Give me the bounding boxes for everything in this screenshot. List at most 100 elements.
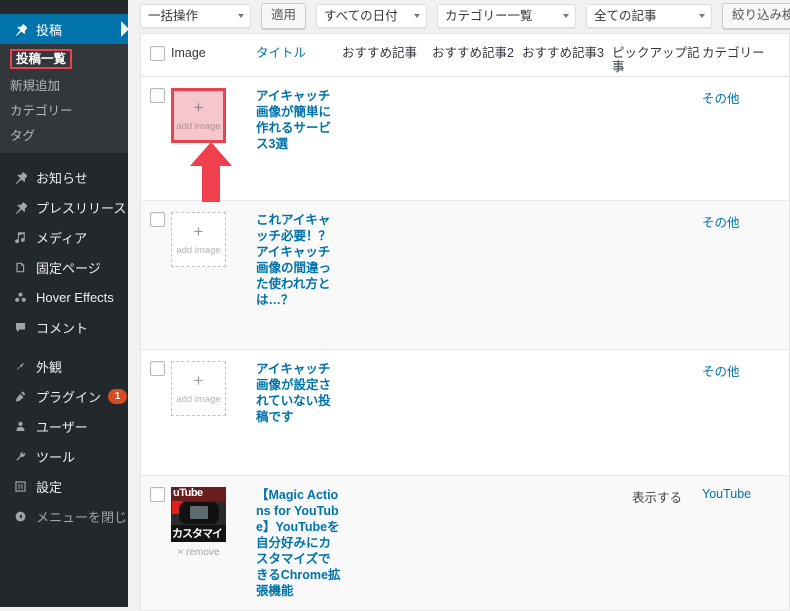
category-link[interactable]: YouTube: [702, 487, 751, 501]
column-header-category: カテゴリー: [702, 46, 765, 60]
table-row: + add image アイキャッチ画像が簡単に作れるサービス3選 その他: [141, 77, 789, 201]
column-header-image: Image: [171, 46, 206, 60]
row-select-cell: [141, 77, 171, 103]
row-rec2-cell: [432, 476, 522, 487]
row-select-cell: [141, 476, 171, 502]
post-title-link[interactable]: 【Magic Actions for YouTube】YouTubeを自分好みに…: [256, 487, 342, 599]
sidebar-item-users[interactable]: ユーザー: [0, 411, 128, 441]
brush-icon: [10, 360, 30, 373]
plus-icon: +: [193, 370, 204, 390]
add-image-caption: add image: [176, 393, 221, 405]
wrench-icon: [10, 450, 30, 463]
select-all-checkbox[interactable]: [150, 46, 165, 61]
submenu-item-all-posts[interactable]: 投稿一覧: [0, 46, 128, 72]
submenu-item-tags[interactable]: タグ: [0, 122, 128, 147]
plugin-group-icon: [10, 291, 30, 304]
row-image-cell: + add image: [171, 350, 256, 416]
sidebar-item-label: コメント: [36, 320, 89, 336]
remove-image-link[interactable]: × remove: [171, 547, 226, 558]
user-icon: [10, 420, 30, 433]
sidebar-item-label: メニューを閉じる: [36, 509, 141, 525]
bulk-action-select[interactable]: 一括操作: [140, 4, 251, 28]
sidebar-item-label: Hover Effects: [36, 289, 114, 305]
sidebar-item-tools[interactable]: ツール: [0, 441, 128, 471]
category-link[interactable]: その他: [702, 365, 740, 379]
row-pickup-cell: [612, 77, 702, 88]
row-category-cell: YouTube: [702, 476, 787, 501]
row-rec1-cell: [342, 350, 432, 361]
row-title-cell: アイキャッチ画像が設定されていない投稿です: [256, 350, 342, 425]
row-category-cell: その他: [702, 201, 787, 231]
row-rec2-cell: [432, 350, 522, 361]
row-pickup-cell: [612, 350, 702, 361]
row-rec3-cell: [522, 201, 612, 212]
collapse-icon: [10, 510, 30, 523]
table-row: + add image これアイキャッチ必要！？アイキャッチ画像の間違った使われ…: [141, 201, 789, 350]
post-title-link[interactable]: アイキャッチ画像が設定されていない投稿です: [256, 361, 342, 425]
sidebar-item-hover-effects[interactable]: Hover Effects: [0, 282, 128, 312]
submenu-item-categories[interactable]: カテゴリー: [0, 97, 128, 122]
category-filter-select[interactable]: カテゴリー一覧: [437, 4, 577, 28]
main-content: 一括操作 適用 すべての日付 カテゴリー一覧 全ての記事 絞り込み検索: [128, 0, 790, 611]
date-filter-label: すべての日付: [324, 9, 398, 23]
admin-sidebar: 投稿 投稿一覧 新規追加 カテゴリー タグ お知らせ プレスリリース メディア …: [0, 0, 140, 607]
sidebar-item-plugins[interactable]: プラグイン 1: [0, 381, 128, 411]
column-header-title[interactable]: タイトル: [256, 34, 342, 60]
all-posts-highlight: 投稿一覧: [10, 49, 73, 69]
sidebar-item-comments[interactable]: コメント: [0, 312, 128, 342]
row-category-cell: その他: [702, 77, 787, 107]
post-title-link[interactable]: これアイキャッチ必要！？アイキャッチ画像の間違った使われ方とは…？: [256, 212, 342, 308]
row-checkbox[interactable]: [150, 361, 165, 376]
sidebar-item-media[interactable]: メディア: [0, 222, 128, 252]
apply-button[interactable]: 適用: [261, 3, 307, 29]
add-image-caption: add image: [176, 244, 221, 256]
filter-search-button[interactable]: 絞り込み検索: [722, 3, 790, 29]
plugin-update-badge: 1: [108, 388, 128, 404]
row-checkbox[interactable]: [150, 487, 165, 502]
sidebar-item-appearance[interactable]: 外観: [0, 351, 128, 381]
sidebar-item-press-release[interactable]: プレスリリース: [0, 192, 128, 222]
row-checkbox[interactable]: [150, 88, 165, 103]
pin-icon: [10, 171, 30, 184]
sidebar-separator-1: [0, 153, 128, 162]
chevron-down-icon: [414, 14, 421, 18]
media-icon: [10, 231, 30, 244]
sidebar-item-news[interactable]: お知らせ: [0, 162, 128, 192]
chevron-down-icon: [238, 14, 244, 18]
add-image-caption: add image: [176, 120, 221, 132]
posts-submenu: 投稿一覧 新規追加 カテゴリー タグ: [0, 44, 128, 153]
row-select-cell: [141, 201, 171, 227]
post-filter-select[interactable]: 全ての記事: [586, 4, 713, 28]
row-rec3-cell: [522, 350, 612, 361]
sidebar-item-label: プレスリリース: [36, 200, 127, 216]
category-link[interactable]: その他: [702, 92, 740, 106]
date-filter-select[interactable]: すべての日付: [316, 4, 428, 28]
sidebar-item-label: お知らせ: [36, 170, 88, 186]
table-row: + add image アイキャッチ画像が設定されていない投稿です その他: [141, 350, 789, 476]
add-image-placeholder[interactable]: + add image: [171, 212, 226, 267]
sidebar-item-label: 固定ページ: [36, 260, 101, 276]
wordpress-admin-screen: 投稿 投稿一覧 新規追加 カテゴリー タグ お知らせ プレスリリース メディア …: [0, 0, 790, 611]
pin-icon: [10, 201, 30, 214]
row-checkbox[interactable]: [150, 212, 165, 227]
sidebar-item-collapse-menu[interactable]: メニューを閉じる: [0, 501, 140, 531]
sidebar-item-label: プラグイン: [36, 389, 102, 405]
submenu-item-add-new[interactable]: 新規追加: [0, 72, 128, 97]
column-header-rec2: おすすめ記事2: [432, 46, 514, 60]
add-image-placeholder[interactable]: + add image: [171, 88, 226, 143]
post-thumbnail[interactable]: uTube カスタマイ: [171, 487, 226, 542]
row-title-cell: 【Magic Actions for YouTube】YouTubeを自分好みに…: [256, 476, 342, 599]
row-pickup-cell: [612, 201, 702, 212]
plus-icon: +: [193, 221, 204, 241]
add-image-placeholder[interactable]: + add image: [171, 361, 226, 416]
category-link[interactable]: その他: [702, 216, 740, 230]
column-header-pickup: ピックアップ記事: [612, 46, 700, 74]
row-rec2-cell: [432, 201, 522, 212]
sidebar-item-pages[interactable]: 固定ページ: [0, 252, 128, 282]
sidebar-item-posts[interactable]: 投稿: [0, 14, 129, 44]
sidebar-item-label: ツール: [36, 449, 76, 465]
post-title-link[interactable]: アイキャッチ画像が簡単に作れるサービス3選: [256, 88, 342, 152]
column-header-rec1: おすすめ記事: [342, 46, 418, 60]
sidebar-item-settings[interactable]: 設定: [0, 471, 128, 501]
settings-icon: [10, 480, 30, 493]
